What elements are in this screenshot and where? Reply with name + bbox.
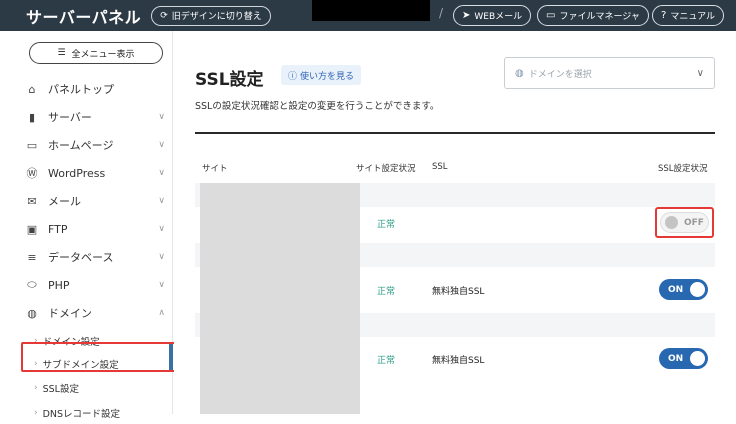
sidebar-item-label: メール [48,195,81,208]
window-icon: ▭ [26,138,38,152]
sidebar-item-ftp[interactable]: ▣ FTP ∨ [0,215,173,243]
highlight-frame-ssl-toggle [655,207,714,238]
monitor-icon: ▣ [26,222,38,236]
help-icon: ? [661,10,667,21]
page-title: SSL設定 [195,70,264,90]
sidebar-item-server[interactable]: ▮ サーバー ∨ [0,103,173,131]
chevron-up-icon: ∧ [158,308,165,318]
database-icon: ≡ [27,250,37,264]
sidebar-item-homepage[interactable]: ▭ ホームページ ∨ [0,131,173,159]
all-menu-label: 全メニュー表示 [71,49,135,60]
sidebar-item-label: FTP [48,222,68,236]
folder-icon: ▭ [546,10,556,21]
sidebar-subitem-label: DNSレコード設定 [42,409,121,420]
globe-icon: ◍ [27,306,37,320]
mail-icon: ✉ [27,194,37,208]
ssl-type: 無料独自SSL [432,356,485,366]
ssl-toggle[interactable]: ON [659,279,708,300]
howto-button[interactable]: ⓘ 使い方を見る [281,65,362,85]
webmail-label: WEBメール [474,12,523,22]
globe-icon: ◍ [515,67,524,79]
php-icon: ⬭ [27,278,37,291]
switch-icon: ⟳ [160,10,168,21]
redacted-site-column [200,183,360,414]
domain-select[interactable]: ◍ ドメインを選択 ∨ [504,57,715,89]
sidebar-subitem-label: SSL設定 [42,384,79,395]
chevron-right-icon: › [34,383,38,393]
toggle-knob [690,282,705,297]
sidebar-item-mail[interactable]: ✉ メール ∨ [0,187,173,215]
manual-button[interactable]: ? マニュアル [652,5,725,26]
column-header-ssl-status: SSL設定状況 [658,164,708,174]
main-content: SSL設定 ⓘ 使い方を見る ◍ ドメインを選択 ∨ SSLの設定状況確認と設定… [174,31,736,414]
sidebar-item-label: パネルトップ [48,83,114,96]
file-manager-label: ファイルマネージャ [559,12,640,22]
column-header-site: サイト [202,164,228,174]
ssl-type: 無料独自SSL [432,287,485,297]
sidebar-item-php[interactable]: ⬭ PHP ∨ [0,271,173,299]
sidebar-item-label: サーバー [48,111,92,124]
all-menu-button[interactable]: ☰ 全メニュー表示 [29,42,163,64]
sidebar-item-domain[interactable]: ◍ ドメイン ∧ [0,299,173,327]
ssl-toggle[interactable]: ON [659,348,708,369]
chevron-right-icon: › [34,408,38,418]
domain-select-placeholder: ドメインを選択 [528,69,592,80]
site-status: 正常 [377,356,396,366]
redacted-area [312,0,430,21]
toggle-knob [690,351,705,366]
chevron-down-icon: ∨ [158,112,165,122]
chevron-down-icon: ∨ [158,224,165,234]
chevron-down-icon: ∨ [158,280,165,290]
divider [195,132,715,134]
webmail-button[interactable]: ➤ WEBメール [453,5,532,26]
file-manager-button[interactable]: ▭ ファイルマネージャ [537,5,649,26]
sidebar-subitem-ssl-settings[interactable]: › SSL設定 [0,377,173,399]
chevron-down-icon: ∨ [158,140,165,150]
chevron-down-icon: ∨ [696,67,704,79]
site-status: 正常 [377,220,396,230]
highlight-frame-ssl-settings [21,342,181,372]
column-header-site-status: サイト設定状況 [356,164,416,174]
manual-label: マニュアル [670,12,716,22]
sidebar-item-label: WordPress [48,166,106,180]
home-icon: ⌂ [28,82,36,96]
breadcrumb-separator: / [439,6,444,20]
app-logo[interactable]: サーバーパネル [26,4,141,28]
old-design-label: 旧デザインに切り替え [171,12,262,22]
sidebar-item-label: データベース [48,251,114,264]
sidebar-subitem-dns-records[interactable]: › DNSレコード設定 [0,402,173,424]
howto-label: 使い方を見る [300,71,355,82]
sidebar-item-label: ドメイン [48,307,92,320]
toggle-label: ON [668,353,684,364]
site-status: 正常 [377,287,396,297]
help-circle-icon: ⓘ [288,71,298,82]
sidebar-item-label: PHP [48,278,70,292]
send-icon: ➤ [462,10,471,21]
chevron-down-icon: ∨ [158,252,165,262]
sidebar-item-label: ホームページ [48,139,114,152]
toggle-label: ON [668,284,684,295]
chevron-down-icon: ∨ [158,168,165,178]
wordpress-icon: Ⓦ [26,167,38,180]
server-icon: ▮ [28,110,36,124]
hamburger-icon: ☰ [57,48,66,58]
sidebar-item-panel-top[interactable]: ⌂ パネルトップ [0,75,173,103]
sidebar-item-wordpress[interactable]: Ⓦ WordPress ∨ [0,159,173,187]
column-header-ssl: SSL [432,162,448,172]
page-description: SSLの設定状況確認と設定の変更を行うことができます。 [195,101,440,112]
sidebar-item-database[interactable]: ≡ データベース ∨ [0,243,173,271]
old-design-button[interactable]: ⟳ 旧デザインに切り替え [151,5,271,26]
chevron-down-icon: ∨ [158,196,165,206]
